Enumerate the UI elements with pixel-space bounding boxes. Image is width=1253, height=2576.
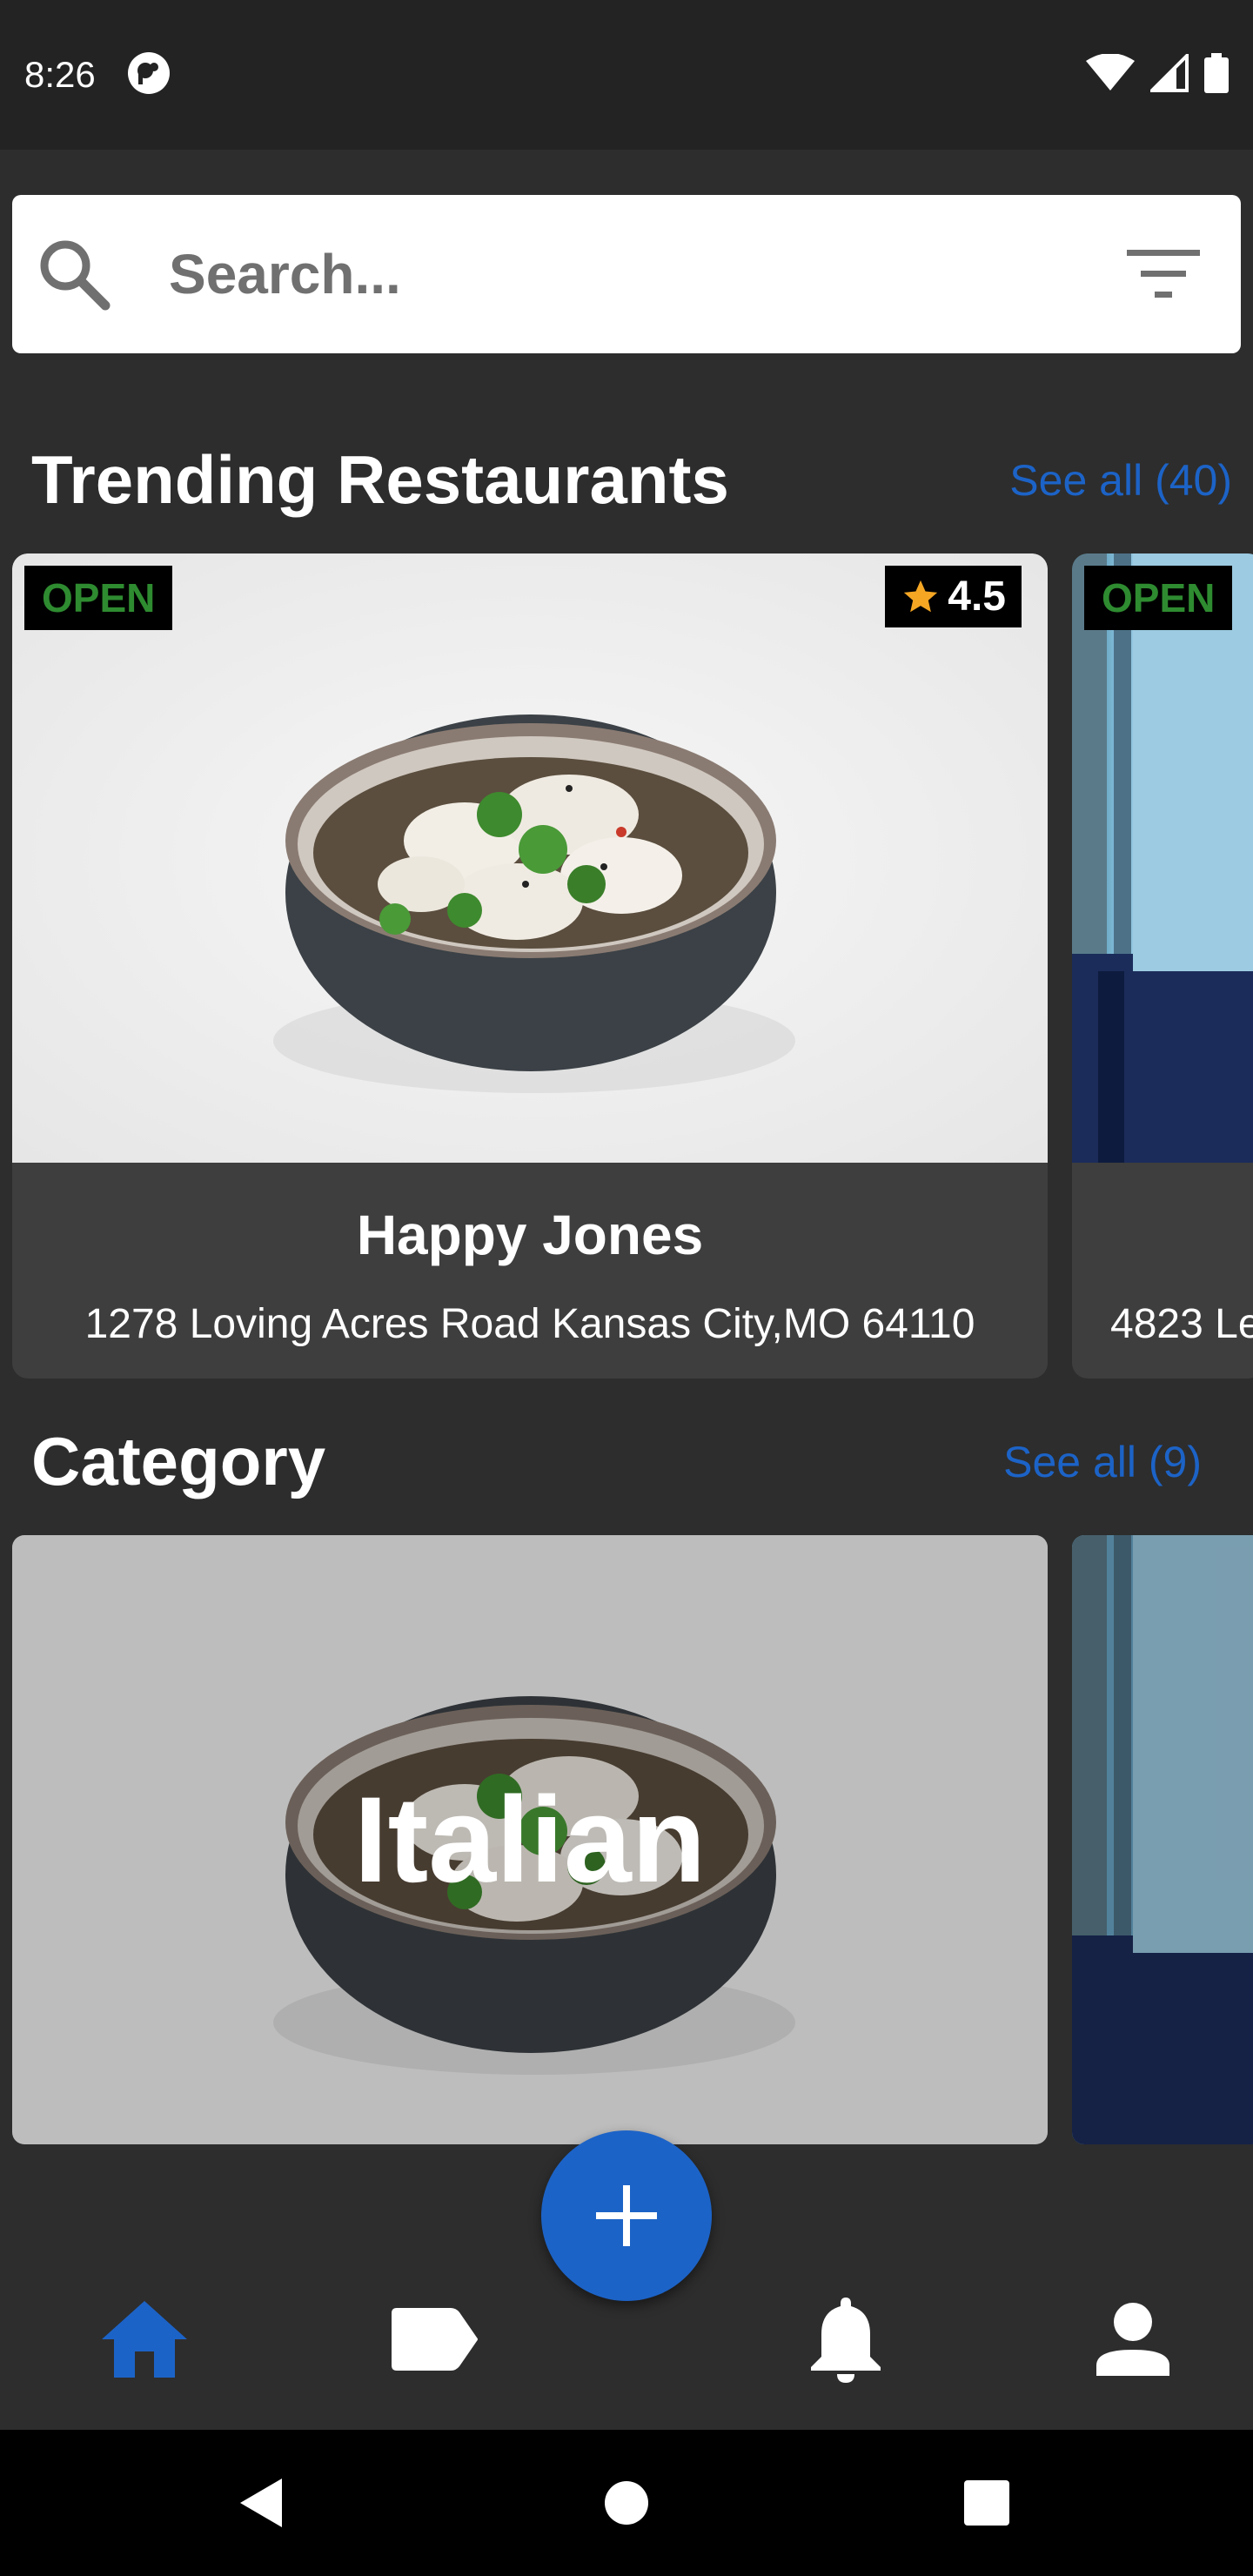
restaurant-card[interactable]: OPEN 4823 Le bbox=[1072, 553, 1253, 1379]
category-card[interactable]: Italian bbox=[12, 1535, 1048, 2144]
home-circle-icon bbox=[605, 2481, 648, 2525]
system-home-button[interactable] bbox=[595, 2472, 658, 2534]
status-bar: 8:26 bbox=[0, 0, 1253, 150]
wifi-icon bbox=[1086, 52, 1135, 97]
app-notification-icon bbox=[127, 51, 171, 99]
nav-home-button[interactable] bbox=[92, 2287, 197, 2392]
restaurant-address: 1278 Loving Acres Road Kansas City,MO 64… bbox=[84, 1301, 975, 1347]
category-label: Italian bbox=[353, 1771, 707, 1908]
restaurant-photo: OPEN bbox=[1072, 553, 1253, 1163]
restaurant-photo: OPEN 4.5 bbox=[12, 553, 1048, 1163]
nav-profile-button[interactable] bbox=[1081, 2287, 1185, 2392]
search-bar[interactable]: Search... bbox=[12, 195, 1241, 353]
category-title: Category bbox=[31, 1423, 326, 1499]
category-header: Category See all (9) bbox=[31, 1422, 1202, 1501]
category-see-all-link[interactable]: See all (9) bbox=[1003, 1437, 1202, 1487]
category-card[interactable] bbox=[1072, 1535, 1253, 2144]
trending-carousel[interactable]: OPEN 4.5 Happy Jones 1278 Loving Acres R… bbox=[0, 553, 1253, 1380]
tag-icon bbox=[392, 2308, 478, 2371]
category-overlay bbox=[1072, 1535, 1253, 2144]
system-navigation-bar bbox=[0, 2430, 1253, 2576]
trending-see-all-link[interactable]: See all (40) bbox=[1009, 455, 1232, 506]
search-input[interactable]: Search... bbox=[169, 242, 1124, 306]
person-icon bbox=[1096, 2303, 1169, 2376]
recents-square-icon bbox=[964, 2480, 1009, 2526]
battery-icon bbox=[1204, 52, 1229, 97]
restaurant-address: 4823 Le bbox=[1110, 1301, 1253, 1347]
system-recents-button[interactable] bbox=[955, 2472, 1018, 2534]
signal-icon bbox=[1148, 50, 1189, 97]
nav-deals-button[interactable] bbox=[383, 2287, 487, 2392]
trending-title: Trending Restaurants bbox=[31, 441, 729, 518]
rating-badge: 4.5 bbox=[885, 566, 1022, 627]
star-icon bbox=[904, 580, 938, 612]
bell-icon bbox=[811, 2298, 881, 2383]
trending-header: Trending Restaurants See all (40) bbox=[31, 440, 1232, 520]
category-carousel[interactable]: Italian bbox=[0, 1535, 1253, 2144]
back-triangle-icon bbox=[240, 2479, 282, 2527]
rating-value: 4.5 bbox=[948, 574, 1006, 620]
system-back-button[interactable] bbox=[230, 2472, 292, 2534]
filter-icon[interactable] bbox=[1124, 235, 1203, 313]
plus-icon bbox=[596, 2185, 657, 2246]
nav-notifications-button[interactable] bbox=[794, 2287, 898, 2392]
open-status-badge: OPEN bbox=[24, 566, 173, 630]
search-icon bbox=[35, 235, 113, 313]
status-time: 8:26 bbox=[24, 54, 96, 95]
restaurant-card[interactable]: OPEN 4.5 Happy Jones 1278 Loving Acres R… bbox=[12, 553, 1048, 1379]
home-icon bbox=[102, 2301, 187, 2378]
add-fab-button[interactable] bbox=[541, 2130, 712, 2301]
open-status-badge: OPEN bbox=[1084, 566, 1233, 630]
restaurant-name: Happy Jones bbox=[356, 1204, 704, 1266]
